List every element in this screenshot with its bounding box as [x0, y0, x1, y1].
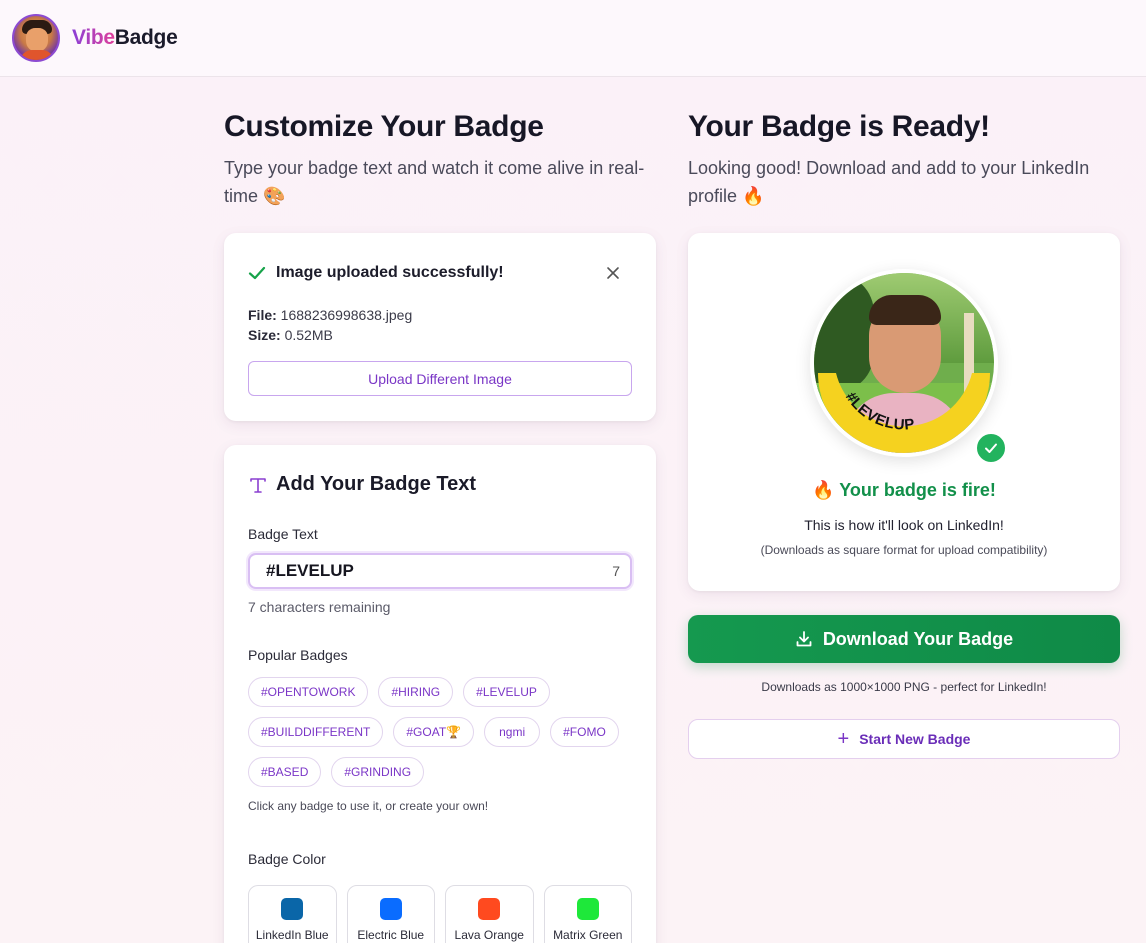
brand-vibe: Vibe: [72, 26, 115, 49]
ready-subtitle: Looking good! Download and add to your L…: [688, 158, 1090, 206]
linkedin-preview-note: This is how it'll look on LinkedIn!: [804, 517, 1004, 533]
size-label: Size:: [248, 327, 281, 343]
brand-badge: Badge: [114, 26, 178, 49]
preview-column: Your Badge is Ready! Looking good! Downl…: [688, 110, 1120, 759]
badge-text-field[interactable]: 7: [248, 553, 632, 589]
download-badge-button[interactable]: Download Your Badge: [688, 615, 1120, 663]
customize-title: Customize Your Badge: [224, 110, 544, 143]
upload-status: Image uploaded successfully!: [248, 263, 632, 283]
check-icon: [248, 266, 266, 280]
badge-chip[interactable]: #GOAT🏆: [393, 717, 475, 747]
badge-text-heading: Add Your Badge Text: [248, 473, 632, 496]
start-new-badge-button[interactable]: + Start New Badge: [688, 719, 1120, 759]
brand-name[interactable]: VibeBadge: [72, 26, 178, 50]
color-name: LinkedIn Blue: [255, 928, 329, 942]
upload-card: Image uploaded successfully! File: 16882…: [224, 233, 656, 421]
color-option-electric-blue[interactable]: Electric Blue: [346, 885, 435, 943]
file-name-row: File: 1688236998638.jpeg: [248, 305, 632, 325]
badge-chip[interactable]: #BUILDDIFFERENT: [248, 717, 384, 747]
badge-chip[interactable]: #LEVELUP: [463, 677, 550, 707]
badge-color-label: Badge Color: [248, 851, 326, 867]
color-option-matrix-green[interactable]: Matrix Green: [543, 885, 632, 943]
badge-color-options: LinkedIn Blue Electric Blue Lava Orange …: [248, 885, 632, 943]
color-swatch: [281, 898, 304, 920]
color-option-lava-orange[interactable]: Lava Orange: [445, 885, 534, 943]
download-note: Downloads as 1000×1000 PNG - perfect for…: [761, 680, 1047, 694]
download-icon: [796, 631, 812, 647]
badge-chip[interactable]: #HIRING: [378, 677, 454, 707]
file-size-row: Size: 0.52MB: [248, 325, 632, 345]
download-label: Download Your Badge: [822, 628, 1014, 649]
color-swatch: [576, 898, 599, 920]
close-icon[interactable]: [606, 266, 620, 280]
color-name: Electric Blue: [357, 928, 425, 942]
color-swatch: [478, 898, 501, 920]
verified-check-icon: [974, 431, 1008, 465]
ready-title: Your Badge is Ready!: [688, 110, 990, 143]
popular-badges-list: #OPENTOWORK #HIRING #LEVELUP #BUILDDIFFE…: [248, 677, 632, 787]
file-name: 1688236998638.jpeg: [280, 307, 413, 323]
badge-text-input[interactable]: [266, 561, 613, 581]
badge-chip[interactable]: #GRINDING: [331, 757, 425, 787]
fire-message: 🔥 Your badge is fire!: [812, 480, 996, 500]
badge-chip[interactable]: #OPENTOWORK: [248, 677, 369, 707]
start-new-label: Start New Badge: [859, 731, 971, 747]
logo-shirt: [20, 50, 54, 60]
badge-preview: #LEVELUP: [810, 269, 998, 457]
badge-chip[interactable]: #FOMO: [550, 717, 619, 747]
chars-remaining: 7 characters remaining: [248, 599, 391, 615]
upload-different-button[interactable]: Upload Different Image: [248, 361, 632, 396]
profile-photo: #LEVELUP: [814, 273, 994, 453]
badge-chip[interactable]: ngmi: [484, 717, 541, 747]
badge-text-card: Add Your Badge Text Badge Text 7 7 chara…: [224, 445, 656, 943]
customize-column: Customize Your Badge Type your badge tex…: [224, 110, 656, 943]
badge-preview-card: #LEVELUP 🔥 Your badge is fire! This is h…: [688, 233, 1120, 591]
logo-face: [26, 28, 48, 52]
upload-message: Image uploaded successfully!: [276, 264, 504, 281]
logo-avatar[interactable]: [12, 14, 60, 62]
file-size: 0.52MB: [284, 327, 333, 343]
file-info: File: 1688236998638.jpeg Size: 0.52MB: [248, 305, 632, 345]
color-name: Lava Orange: [454, 928, 524, 942]
badge-ring-overlay: #LEVELUP: [818, 373, 990, 453]
char-count: 7: [612, 563, 620, 579]
popular-badges-label: Popular Badges: [248, 647, 348, 663]
color-option-linkedin-blue[interactable]: LinkedIn Blue: [248, 885, 337, 943]
badge-text-title: Add Your Badge Text: [276, 473, 477, 495]
color-swatch: [379, 898, 402, 920]
app-header: VibeBadge: [0, 0, 1146, 77]
square-format-note: (Downloads as square format for upload c…: [760, 543, 1048, 557]
customize-subtitle: Type your badge text and watch it come a…: [224, 158, 645, 206]
plus-icon: +: [837, 727, 850, 750]
file-label: File:: [248, 307, 277, 323]
popular-badges-hint: Click any badge to use it, or create you…: [248, 799, 489, 813]
badge-text-label: Badge Text: [248, 526, 318, 542]
badge-chip[interactable]: #BASED: [248, 757, 322, 787]
text-icon: [250, 477, 266, 493]
color-name: Matrix Green: [553, 928, 623, 942]
